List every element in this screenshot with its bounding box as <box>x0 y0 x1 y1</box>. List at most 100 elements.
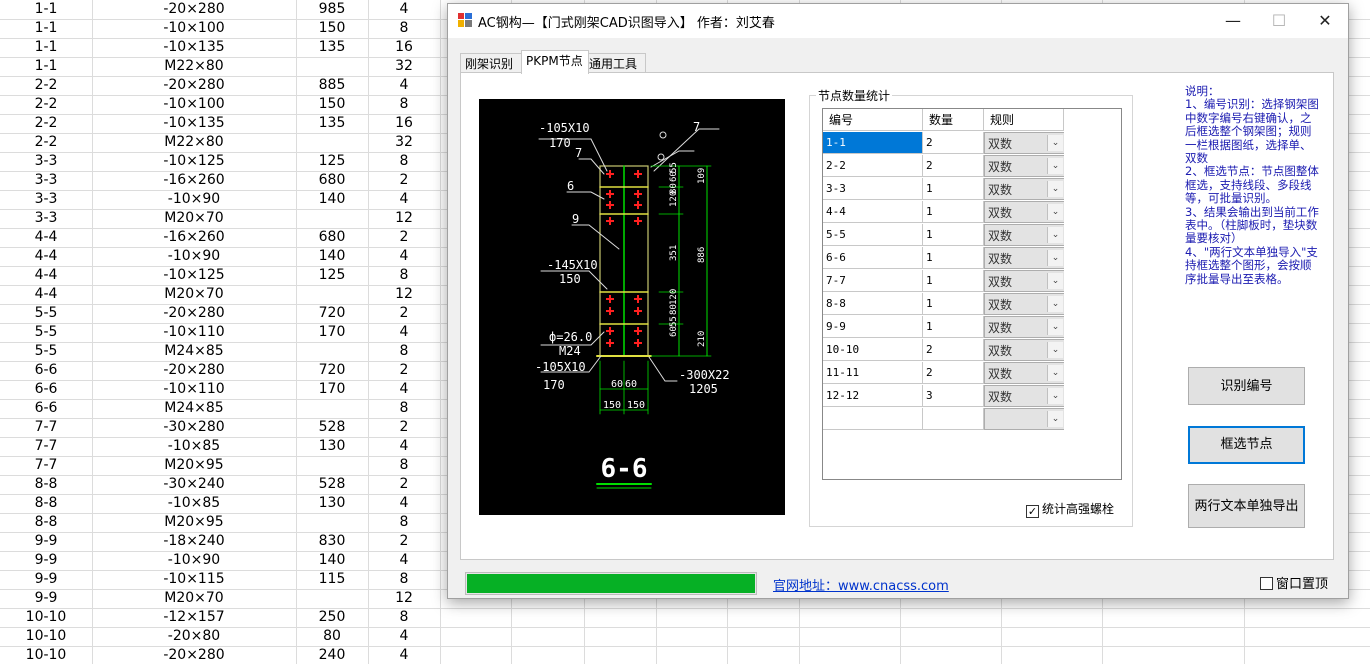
sheet-cell[interactable]: 2 <box>368 304 440 323</box>
grid-cell-qty[interactable]: 2 <box>923 339 984 361</box>
maximize-button[interactable]: ☐ <box>1256 4 1302 38</box>
sheet-cell[interactable]: M24×85 <box>92 342 296 361</box>
sheet-cell[interactable]: -30×280 <box>92 418 296 437</box>
window-ontop-option[interactable]: 窗口置顶 <box>1260 573 1328 592</box>
sheet-cell[interactable]: 2-2 <box>0 76 92 95</box>
grid-cell-qty[interactable]: 2 <box>923 155 984 177</box>
bolt-stat-option[interactable]: ✓ 统计高强螺栓 <box>1026 500 1114 518</box>
sheet-cell[interactable]: -16×260 <box>92 228 296 247</box>
chevron-down-icon[interactable]: ⌄ <box>1047 273 1063 289</box>
chevron-down-icon[interactable]: ⌄ <box>1047 296 1063 312</box>
sheet-cell[interactable]: 4 <box>368 551 440 570</box>
sheet-cell[interactable]: 1-1 <box>0 57 92 76</box>
sheet-cell[interactable]: -10×110 <box>92 380 296 399</box>
sheet-cell[interactable]: 8 <box>368 456 440 475</box>
grid-cell-rule-dropdown[interactable]: 双数 ⌄ <box>984 132 1064 154</box>
sheet-cell[interactable]: 7-7 <box>0 456 92 475</box>
sheet-cell[interactable]: -10×135 <box>92 38 296 57</box>
sheet-cell[interactable]: 135 <box>296 114 368 133</box>
sheet-cell[interactable]: 8 <box>368 570 440 589</box>
sheet-cell[interactable] <box>296 57 368 76</box>
sheet-cell[interactable]: 2 <box>368 228 440 247</box>
grid-cell-rule-dropdown[interactable]: 双数 ⌄ <box>984 270 1064 292</box>
sheet-cell[interactable]: 5-5 <box>0 304 92 323</box>
tab-general-tools[interactable]: 通用工具 <box>584 53 646 74</box>
sheet-cell[interactable]: 4 <box>368 437 440 456</box>
sheet-cell[interactable]: 6-6 <box>0 361 92 380</box>
sheet-cell[interactable]: M20×70 <box>92 209 296 228</box>
grid-cell-qty[interactable]: 1 <box>923 293 984 315</box>
sheet-cell[interactable]: -10×100 <box>92 19 296 38</box>
chevron-down-icon[interactable]: ⌄ <box>1047 388 1063 404</box>
sheet-cell[interactable]: 140 <box>296 551 368 570</box>
sheet-cell[interactable]: -10×115 <box>92 570 296 589</box>
sheet-cell[interactable]: 140 <box>296 247 368 266</box>
sheet-cell[interactable] <box>296 513 368 532</box>
sheet-cell[interactable]: 9-9 <box>0 551 92 570</box>
sheet-cell[interactable]: 2 <box>368 418 440 437</box>
grid-cell-rule-dropdown[interactable]: 双数 ⌄ <box>984 155 1064 177</box>
grid-cell-id[interactable]: 4-4 <box>823 201 923 223</box>
sheet-cell[interactable]: -20×280 <box>92 304 296 323</box>
sheet-cell[interactable]: -10×110 <box>92 323 296 342</box>
sheet-row[interactable]: 10-10 -20×280 240 4 <box>0 646 1370 664</box>
sheet-cell[interactable]: -10×90 <box>92 247 296 266</box>
sheet-cell[interactable]: 2 <box>368 361 440 380</box>
sheet-cell[interactable]: -30×240 <box>92 475 296 494</box>
grid-cell-id[interactable]: 10-10 <box>823 339 923 361</box>
window-ontop-checkbox[interactable] <box>1260 577 1273 590</box>
chevron-down-icon[interactable]: ⌄ <box>1047 250 1063 266</box>
grid-cell-rule-dropdown[interactable]: 双数 ⌄ <box>984 201 1064 223</box>
sheet-cell[interactable]: 4 <box>368 646 440 664</box>
grid-cell-id[interactable]: 9-9 <box>823 316 923 338</box>
sheet-cell[interactable]: 2 <box>368 171 440 190</box>
sheet-cell[interactable]: 10-10 <box>0 646 92 664</box>
grid-cell-qty[interactable]: 3 <box>923 385 984 407</box>
chevron-down-icon[interactable]: ⌄ <box>1047 411 1063 427</box>
sheet-cell[interactable]: 7-7 <box>0 437 92 456</box>
sheet-cell[interactable]: 4 <box>368 380 440 399</box>
sheet-cell[interactable]: 16 <box>368 114 440 133</box>
sheet-cell[interactable]: 150 <box>296 95 368 114</box>
bolt-stat-checkbox[interactable]: ✓ <box>1026 505 1039 518</box>
sheet-cell[interactable]: 4 <box>368 76 440 95</box>
column-header-qty[interactable]: 数量 <box>923 109 984 131</box>
sheet-cell[interactable]: 10-10 <box>0 608 92 627</box>
sheet-cell[interactable]: -12×157 <box>92 608 296 627</box>
grid-cell-rule-dropdown[interactable]: 双数 ⌄ <box>984 293 1064 315</box>
grid-cell-id[interactable] <box>823 408 923 430</box>
sheet-row[interactable]: 10-10 -20×80 80 4 <box>0 627 1370 647</box>
sheet-cell[interactable]: M22×80 <box>92 133 296 152</box>
grid-cell-id[interactable]: 5-5 <box>823 224 923 246</box>
sheet-cell[interactable]: M20×70 <box>92 589 296 608</box>
grid-cell-id[interactable]: 8-8 <box>823 293 923 315</box>
sheet-cell[interactable]: 8 <box>368 95 440 114</box>
sheet-cell[interactable]: 985 <box>296 0 368 19</box>
grid-cell-id[interactable]: 2-2 <box>823 155 923 177</box>
chevron-down-icon[interactable]: ⌄ <box>1047 342 1063 358</box>
tab-pkpm-nodes[interactable]: PKPM节点 <box>521 50 589 74</box>
sheet-cell[interactable]: 2 <box>368 532 440 551</box>
sheet-cell[interactable] <box>296 399 368 418</box>
grid-cell-qty[interactable]: 1 <box>923 178 984 200</box>
sheet-cell[interactable]: 9-9 <box>0 589 92 608</box>
sheet-cell[interactable]: 885 <box>296 76 368 95</box>
grid-cell-rule-dropdown[interactable]: 双数 ⌄ <box>984 385 1064 407</box>
sheet-cell[interactable] <box>296 342 368 361</box>
grid-cell-id[interactable]: 7-7 <box>823 270 923 292</box>
sheet-cell[interactable]: 250 <box>296 608 368 627</box>
sheet-cell[interactable]: 5-5 <box>0 342 92 361</box>
grid-cell-qty[interactable]: 1 <box>923 201 984 223</box>
sheet-cell[interactable]: 240 <box>296 646 368 664</box>
sheet-cell[interactable]: 125 <box>296 152 368 171</box>
sheet-cell[interactable]: 9-9 <box>0 570 92 589</box>
grid-cell-rule-dropdown[interactable]: 双数 ⌄ <box>984 362 1064 384</box>
sheet-cell[interactable]: 4-4 <box>0 266 92 285</box>
sheet-cell[interactable]: 720 <box>296 304 368 323</box>
sheet-cell[interactable]: 32 <box>368 133 440 152</box>
grid-cell-id[interactable]: 6-6 <box>823 247 923 269</box>
grid-cell-qty[interactable]: 1 <box>923 316 984 338</box>
sheet-cell[interactable]: 8 <box>368 513 440 532</box>
sheet-cell[interactable]: 2 <box>368 475 440 494</box>
node-count-grid[interactable]: 编号 数量 规则 1-1 2 双数 ⌄ 2-2 2 双数 ⌄ 3-3 1 双数 ⌄ 4-4 1 双数 ⌄ 5-5… <box>822 108 1122 480</box>
